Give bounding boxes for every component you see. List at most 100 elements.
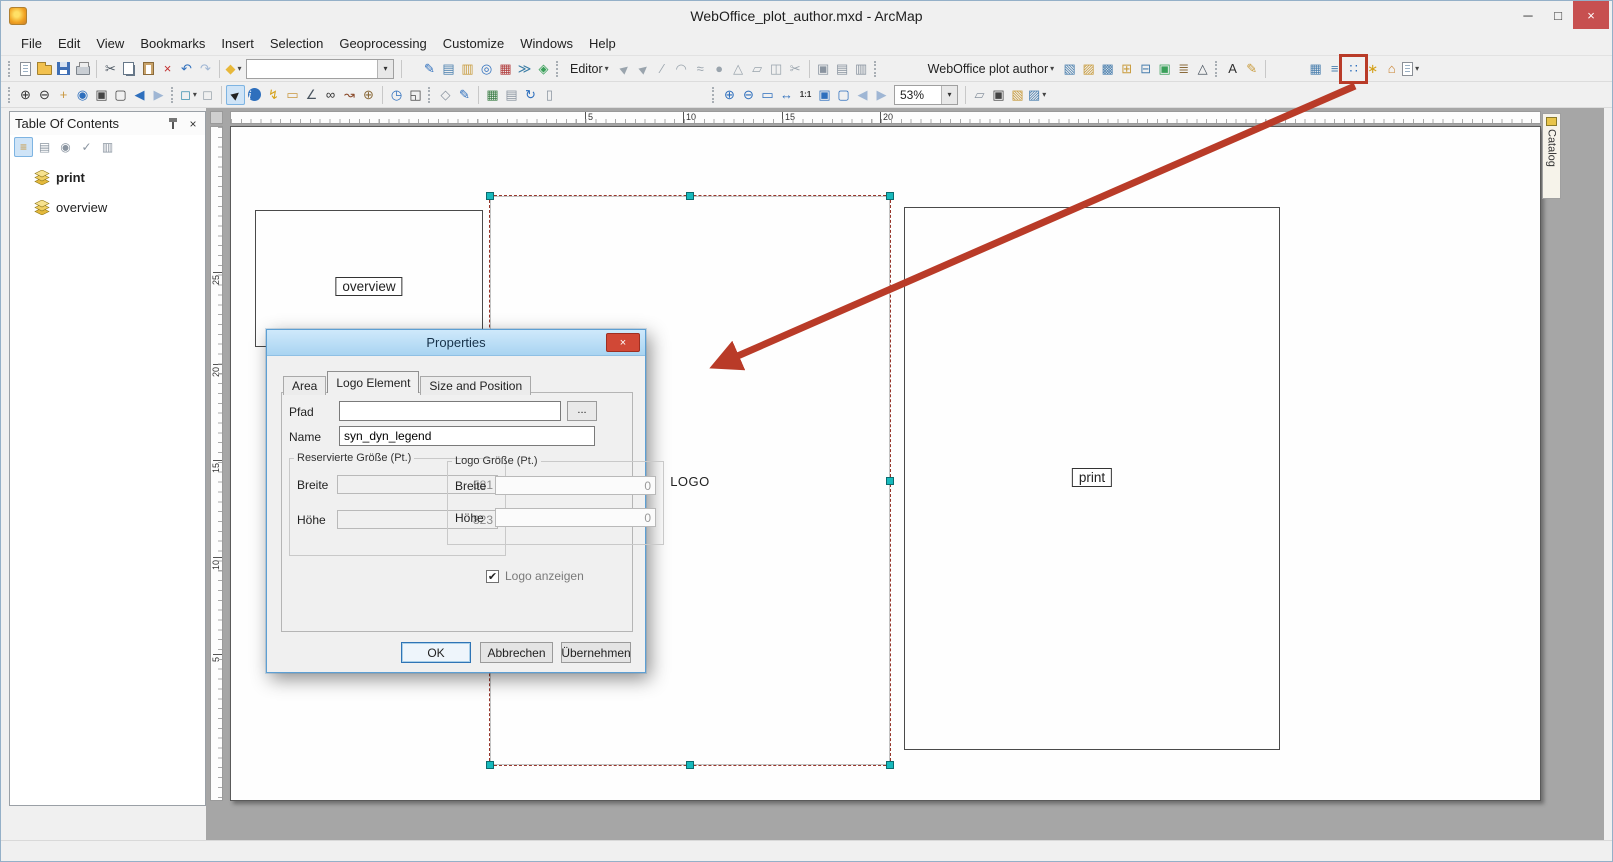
plot-frame-icon[interactable]: ▣ [1155,59,1174,79]
cut-icon[interactable]: ✂ [101,59,120,79]
apply-button[interactable]: Übernehmen [561,642,631,663]
layout-fixed-zoom-in-icon[interactable]: ▣ [815,85,834,105]
edit-tool-icon[interactable]: ► [614,59,634,79]
add-data-icon[interactable]: ◆ ▾ [224,59,243,79]
layout-zoom-in-icon[interactable]: ⊕ [720,85,739,105]
toc-close-icon[interactable]: × [186,117,200,131]
dialog-title-bar[interactable]: Properties × [267,330,645,356]
toc-item-print[interactable]: print [10,167,205,188]
go-forward-extent-icon[interactable]: ▶ [149,85,168,105]
go-back-extent-icon[interactable]: ◀ [130,85,149,105]
toolbar-grip[interactable] [8,60,11,77]
maximize-button[interactable]: □ [1543,1,1573,29]
overview-frame-element[interactable]: overview [255,210,483,347]
find-route-icon[interactable]: ↝ [340,85,359,105]
create-features-window-icon[interactable]: ▣ [814,59,833,79]
catalog-docked-tab[interactable]: Catalog [1542,113,1561,199]
selection-handle[interactable] [486,192,494,200]
toolbar-grip[interactable] [712,86,715,103]
logo-hoehe-input[interactable] [495,508,656,527]
menu-file[interactable]: File [13,33,50,54]
plot-north-arrow-icon[interactable]: △ [1193,59,1212,79]
undo-icon[interactable]: ↶ [177,59,196,79]
attributes-window-icon[interactable]: ▤ [833,59,852,79]
plot-project-new-icon[interactable]: ▧ [1060,59,1079,79]
html-popup-icon[interactable]: ▭ [283,85,302,105]
fixed-zoom-in-icon[interactable]: ▣ [92,85,111,105]
selection-handle[interactable] [686,761,694,769]
print-frame-element[interactable]: print [904,207,1280,750]
selection-handle[interactable] [886,476,894,485]
plot-text-element-icon[interactable]: A [1223,59,1242,79]
toolbar-grip[interactable] [8,86,11,103]
logo-anzeigen-checkbox[interactable]: ✔ [486,569,499,583]
time-slider-icon[interactable]: ◷ [387,85,406,105]
toolbar-grip[interactable] [873,60,877,77]
cancel-button[interactable]: Abbrechen [480,642,553,663]
toc-options-icon[interactable]: ▥ [98,137,117,157]
go-to-xy-icon[interactable]: ⊕ [359,85,378,105]
plot-annotation-element-icon[interactable]: ✎ [1242,59,1261,79]
menu-bookmarks[interactable]: Bookmarks [132,33,213,54]
edit-annotation-tool-icon[interactable]: ► [633,59,653,79]
select-features-icon[interactable]: ◻ ▾ [179,85,198,105]
zoom-whole-page-icon[interactable]: ▭ [758,85,777,105]
dialog-close-button[interactable]: × [606,333,640,352]
plot-map-series-icon[interactable]: ⊟ [1136,59,1155,79]
zoom-out-icon[interactable]: ⊖ [35,85,54,105]
tab-size-and-position[interactable]: Size and Position [420,376,532,395]
sketch-properties-icon[interactable]: ▥ [852,59,871,79]
insert-logo-element-icon[interactable]: ∷ [1339,53,1369,84]
toolbar-grip[interactable] [1215,60,1218,77]
list-by-visibility-icon[interactable]: ◉ [56,137,75,157]
editor-toolbar-toggle-icon[interactable]: ✎ [420,59,439,79]
search-window-icon[interactable]: ◎ [477,59,496,79]
selection-handle[interactable] [686,192,694,200]
label-toolbar-icon[interactable]: ✎ [455,85,474,105]
copy-icon[interactable] [120,59,139,79]
focus-data-frame-icon[interactable]: ▣ [989,85,1008,105]
reshape-feature-icon[interactable]: ▱ [748,59,767,79]
tab-area[interactable]: Area [283,376,327,395]
select-elements-icon[interactable]: ► [226,84,245,105]
modelbuilder-window-icon[interactable]: ◈ [534,59,553,79]
find-icon[interactable]: ∞ [321,85,340,105]
hyperlink-icon[interactable]: ↯ [264,85,283,105]
zoom-100-icon[interactable]: 1:1 [796,85,815,105]
plot-project-save-icon[interactable]: ▩ [1098,59,1117,79]
logo-breite-input[interactable] [495,476,656,495]
pan-icon[interactable]: + [54,85,73,105]
paste-icon[interactable] [139,59,158,79]
layout-zoom-combo[interactable]: 53% ▾ [894,84,958,105]
close-button[interactable]: × [1573,1,1609,29]
plot-export-icon[interactable]: ▾ [1401,59,1420,79]
data-frame-properties-icon[interactable]: ▤ [502,85,521,105]
pause-drawing-icon[interactable]: ▯ [540,85,559,105]
toolbar-grip[interactable] [171,86,174,103]
list-by-selection-icon[interactable]: ✓ [77,137,96,157]
menu-windows[interactable]: Windows [512,33,581,54]
name-input[interactable] [339,426,595,446]
selection-handle[interactable] [486,761,494,769]
trace-tool-icon[interactable]: ≈ [691,59,710,79]
menu-selection[interactable]: Selection [262,33,331,54]
plot-home-icon[interactable]: ⌂ [1382,59,1401,79]
split-tool-icon[interactable]: ✂ [786,59,805,79]
save-map-icon[interactable] [54,59,73,79]
open-map-icon[interactable] [35,59,54,79]
zoom-in-icon[interactable]: ⊕ [16,85,35,105]
cut-polygons-icon[interactable]: ◫ [767,59,786,79]
menu-geoprocessing[interactable]: Geoprocessing [331,33,434,54]
point-tool-icon[interactable]: ● [710,59,729,79]
measure-icon[interactable]: ∠ [302,85,321,105]
print-map-icon[interactable] [73,59,92,79]
minimize-button[interactable]: ─ [1513,1,1543,29]
menu-insert[interactable]: Insert [213,33,262,54]
plot-project-open-icon[interactable]: ▨ [1079,59,1098,79]
toolbar-grip[interactable] [428,86,431,103]
selection-handle[interactable] [886,192,894,200]
layout-forward-extent-icon[interactable]: ▶ [872,85,891,105]
map-scale-combo[interactable]: ▾ [246,58,394,79]
table-of-contents-window-icon[interactable]: ▤ [439,59,458,79]
plot-table-element-icon[interactable]: ▦ [1306,59,1325,79]
